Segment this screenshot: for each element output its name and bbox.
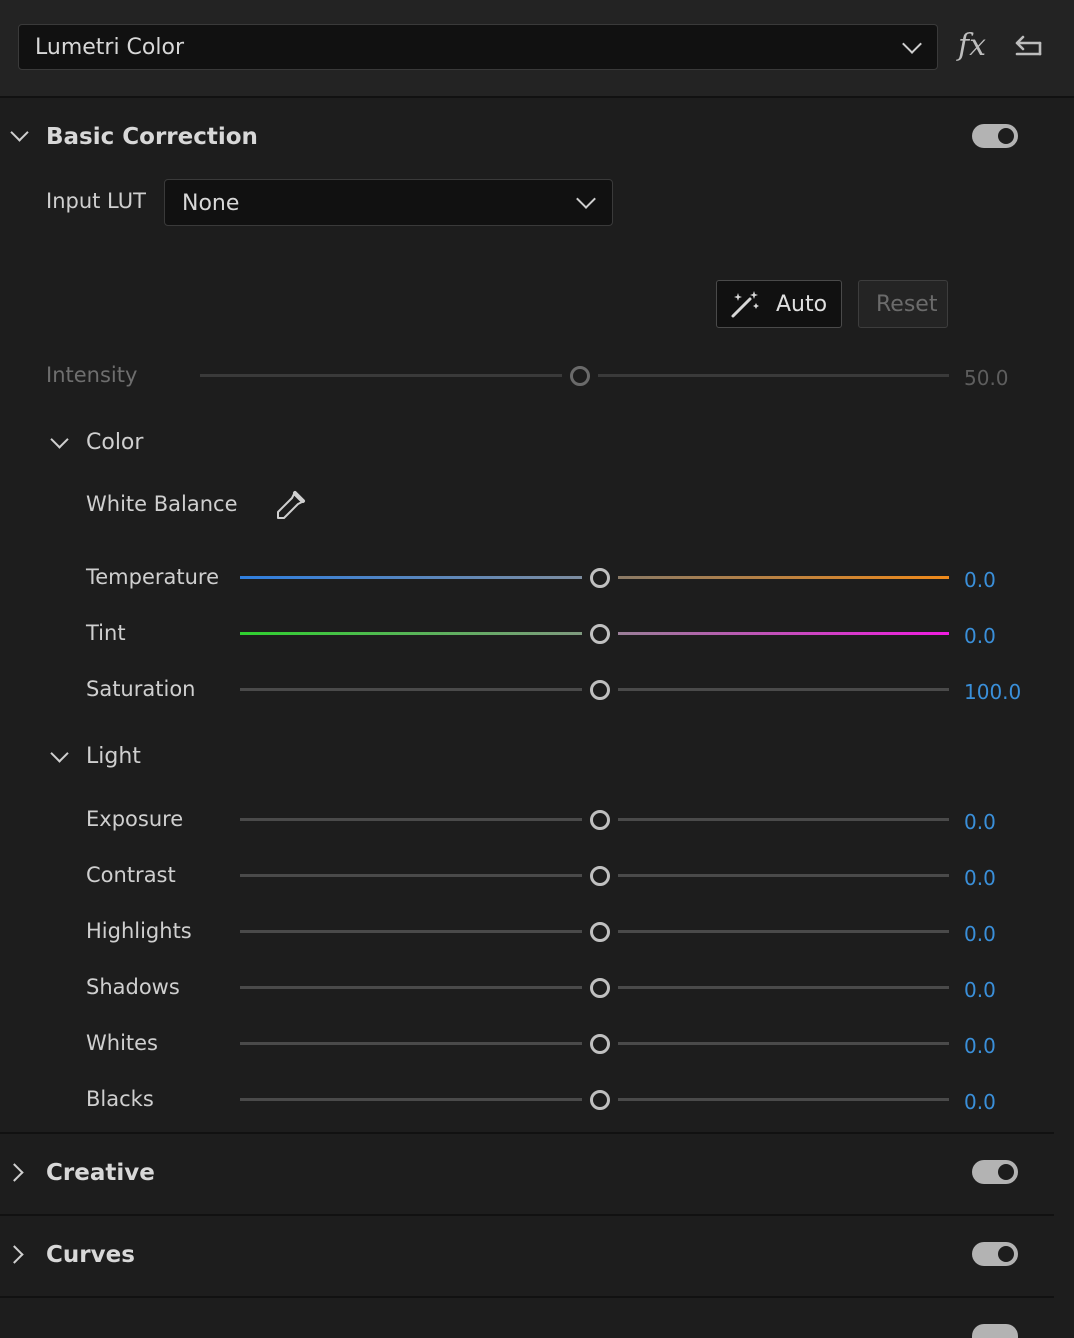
subsection-title-light[interactable]: Light	[86, 744, 141, 769]
eyedropper-icon[interactable]	[274, 490, 306, 522]
contrast-track-left[interactable]	[240, 874, 582, 877]
highlights-track-left[interactable]	[240, 930, 582, 933]
shadows-label: Shadows	[86, 975, 180, 999]
exposure-value[interactable]: 0.0	[964, 810, 996, 834]
contrast-label: Contrast	[86, 863, 176, 887]
whites-slider-handle[interactable]	[590, 1034, 610, 1054]
section-divider	[0, 1296, 1054, 1298]
blacks-track-left[interactable]	[240, 1098, 582, 1101]
auto-button[interactable]: Auto	[716, 280, 842, 328]
section-title-creative[interactable]: Creative	[46, 1160, 155, 1186]
section-divider	[0, 1132, 1054, 1134]
whites-track-right[interactable]	[618, 1042, 949, 1045]
white-balance-label: White Balance	[86, 492, 238, 516]
section-title-basic-correction[interactable]: Basic Correction	[46, 124, 258, 150]
contrast-track-right[interactable]	[618, 874, 949, 877]
exposure-slider-handle[interactable]	[590, 810, 610, 830]
whites-label: Whites	[86, 1031, 159, 1055]
shadows-value[interactable]: 0.0	[964, 978, 996, 1002]
fx-icon[interactable]: fx	[958, 28, 986, 63]
chevron-down-icon	[576, 189, 596, 209]
collapse-light-icon[interactable]	[50, 744, 69, 763]
shadows-slider-handle[interactable]	[590, 978, 610, 998]
next-section-toggle[interactable]	[972, 1324, 1018, 1338]
saturation-label: Saturation	[86, 677, 196, 701]
blacks-value[interactable]: 0.0	[964, 1090, 996, 1114]
reset-button-label: Reset	[876, 292, 938, 317]
input-lut-dropdown[interactable]: None	[164, 179, 613, 226]
auto-button-label: Auto	[776, 292, 828, 317]
temperature-track-right[interactable]	[618, 576, 949, 579]
collapse-basic-correction-icon[interactable]	[10, 123, 29, 142]
intensity-value[interactable]: 50.0	[964, 366, 1009, 390]
highlights-label: Highlights	[86, 919, 192, 943]
saturation-value[interactable]: 100.0	[964, 680, 1021, 704]
subsection-title-color[interactable]: Color	[86, 430, 143, 455]
tint-track-right[interactable]	[618, 632, 949, 635]
reset-button[interactable]: Reset	[858, 280, 948, 328]
tint-slider-handle[interactable]	[590, 624, 610, 644]
effect-dropdown[interactable]: Lumetri Color	[18, 24, 938, 70]
input-lut-value: None	[182, 191, 240, 216]
saturation-track-left[interactable]	[240, 688, 582, 691]
effect-dropdown-label: Lumetri Color	[35, 35, 184, 60]
highlights-slider-handle[interactable]	[590, 922, 610, 942]
shadows-track-right[interactable]	[618, 986, 949, 989]
curves-toggle[interactable]	[972, 1242, 1018, 1266]
temperature-value[interactable]: 0.0	[964, 568, 996, 592]
creative-toggle[interactable]	[972, 1160, 1018, 1184]
tint-track-left[interactable]	[240, 632, 582, 635]
highlights-value[interactable]: 0.0	[964, 922, 996, 946]
chevron-down-icon	[902, 34, 922, 54]
highlights-track-right[interactable]	[618, 930, 949, 933]
whites-value[interactable]: 0.0	[964, 1034, 996, 1058]
exposure-track-right[interactable]	[618, 818, 949, 821]
intensity-track-right[interactable]	[598, 374, 949, 377]
collapse-color-icon[interactable]	[50, 430, 69, 449]
contrast-value[interactable]: 0.0	[964, 866, 996, 890]
magic-wand-icon	[731, 291, 759, 318]
toggle-knob	[998, 128, 1014, 144]
intensity-track-left[interactable]	[200, 374, 562, 377]
exposure-track-left[interactable]	[240, 818, 582, 821]
intensity-label: Intensity	[46, 363, 138, 387]
section-title-curves[interactable]: Curves	[46, 1242, 135, 1268]
toggle-knob	[998, 1246, 1014, 1262]
temperature-label: Temperature	[86, 565, 220, 589]
expand-curves-icon[interactable]	[5, 1245, 24, 1264]
basic-correction-toggle[interactable]	[972, 124, 1018, 148]
intensity-slider-handle[interactable]	[570, 366, 590, 386]
tint-label: Tint	[86, 621, 126, 645]
blacks-track-right[interactable]	[618, 1098, 949, 1101]
temperature-track-left[interactable]	[240, 576, 582, 579]
reset-undo-icon[interactable]	[1012, 34, 1046, 60]
tint-value[interactable]: 0.0	[964, 624, 996, 648]
section-divider	[0, 1214, 1054, 1216]
blacks-slider-handle[interactable]	[590, 1090, 610, 1110]
blacks-label: Blacks	[86, 1087, 154, 1111]
temperature-slider-handle[interactable]	[590, 568, 610, 588]
exposure-label: Exposure	[86, 807, 184, 831]
saturation-track-right[interactable]	[618, 688, 949, 691]
contrast-slider-handle[interactable]	[590, 866, 610, 886]
saturation-slider-handle[interactable]	[590, 680, 610, 700]
input-lut-label: Input LUT	[46, 189, 146, 213]
expand-creative-icon[interactable]	[5, 1163, 24, 1182]
shadows-track-left[interactable]	[240, 986, 582, 989]
toggle-knob	[998, 1164, 1014, 1180]
whites-track-left[interactable]	[240, 1042, 582, 1045]
